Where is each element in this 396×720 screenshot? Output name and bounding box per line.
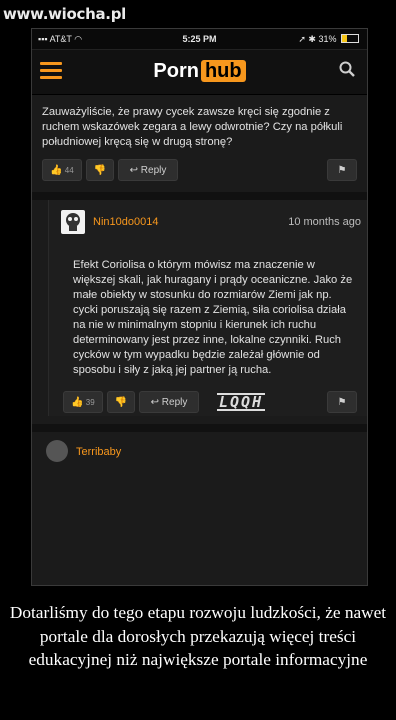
avatar[interactable] bbox=[46, 440, 68, 462]
skull-avatar-icon bbox=[66, 213, 80, 231]
comment-actions: 👍 39 👎 ↩ Reply LQQH ⚑ bbox=[49, 388, 367, 416]
reply-arrow-icon: ↩ bbox=[150, 396, 160, 408]
like-count: 44 bbox=[64, 165, 74, 175]
battery-icon bbox=[341, 34, 359, 43]
thumbs-up-icon: 👍 bbox=[71, 396, 84, 408]
thumbs-up-button[interactable]: 👍 44 bbox=[42, 159, 82, 181]
thumbs-down-icon: 👎 bbox=[114, 396, 128, 408]
comment-text: Zauważyliście, że prawy cycek zawsze krę… bbox=[42, 106, 343, 148]
thumbs-down-button[interactable]: 👎 bbox=[107, 391, 135, 413]
thumbs-down-button[interactable]: 👎 bbox=[86, 159, 114, 181]
search-icon[interactable] bbox=[339, 61, 355, 77]
demotivator-caption: Dotarliśmy do tego etapu rozwoju ludzkoś… bbox=[9, 603, 387, 669]
thumbs-up-icon: 👍 bbox=[50, 164, 63, 176]
reaction-stamp: LQQH bbox=[217, 393, 266, 411]
comment: Terribaby bbox=[32, 432, 367, 472]
logo-text-left: Porn bbox=[153, 60, 199, 82]
reply-label: Reply bbox=[161, 396, 188, 408]
thumbs-down-icon: 👎 bbox=[93, 164, 107, 176]
flag-button[interactable]: ⚑ bbox=[327, 159, 357, 181]
comment-text: Efekt Coriolisa o którym mówisz ma znacz… bbox=[73, 259, 353, 376]
reply-button[interactable]: ↩ Reply bbox=[139, 391, 199, 413]
top-navbar: Porn hub bbox=[32, 50, 367, 95]
thumbs-up-button[interactable]: 👍 39 bbox=[63, 391, 103, 413]
site-watermark: www.wiocha.pl bbox=[3, 5, 126, 23]
logo-text-right: hub bbox=[200, 60, 246, 82]
reply-button[interactable]: ↩ Reply bbox=[118, 159, 178, 181]
comment-timestamp: 10 months ago bbox=[288, 216, 361, 228]
comment-username[interactable]: Nin10do0014 bbox=[93, 216, 158, 228]
phone-screenshot: ▪▪▪ AT&T ◠ 5:25 PM ➚ ✱ 31% Porn hub Zauwa… bbox=[31, 28, 368, 586]
flag-icon: ⚑ bbox=[337, 396, 347, 408]
status-right: ➚ ✱ 31% bbox=[298, 34, 359, 45]
bluetooth-icon: ✱ bbox=[308, 34, 316, 44]
like-count: 39 bbox=[85, 397, 95, 407]
reply-comment: Nin10do0014 10 months ago Efekt Coriolis… bbox=[48, 200, 367, 416]
avatar[interactable] bbox=[61, 210, 85, 234]
reply-arrow-icon: ↩ bbox=[129, 164, 139, 176]
status-bar: ▪▪▪ AT&T ◠ 5:25 PM ➚ ✱ 31% bbox=[32, 29, 367, 50]
reply-label: Reply bbox=[140, 164, 167, 176]
location-icon: ➚ bbox=[298, 34, 306, 44]
battery-percent: 31% bbox=[318, 34, 337, 44]
comment: Zauważyliście, że prawy cycek zawsze krę… bbox=[32, 95, 367, 184]
comment-actions: 👍 44 👎 ↩ Reply ⚑ bbox=[32, 156, 367, 184]
divider bbox=[32, 192, 367, 200]
flag-button[interactable]: ⚑ bbox=[327, 391, 357, 413]
comment-username[interactable]: Terribaby bbox=[76, 446, 121, 458]
divider bbox=[32, 424, 367, 432]
flag-icon: ⚑ bbox=[337, 164, 347, 176]
reply-header: Nin10do0014 10 months ago bbox=[49, 200, 367, 244]
site-logo[interactable]: Porn hub bbox=[32, 60, 367, 83]
